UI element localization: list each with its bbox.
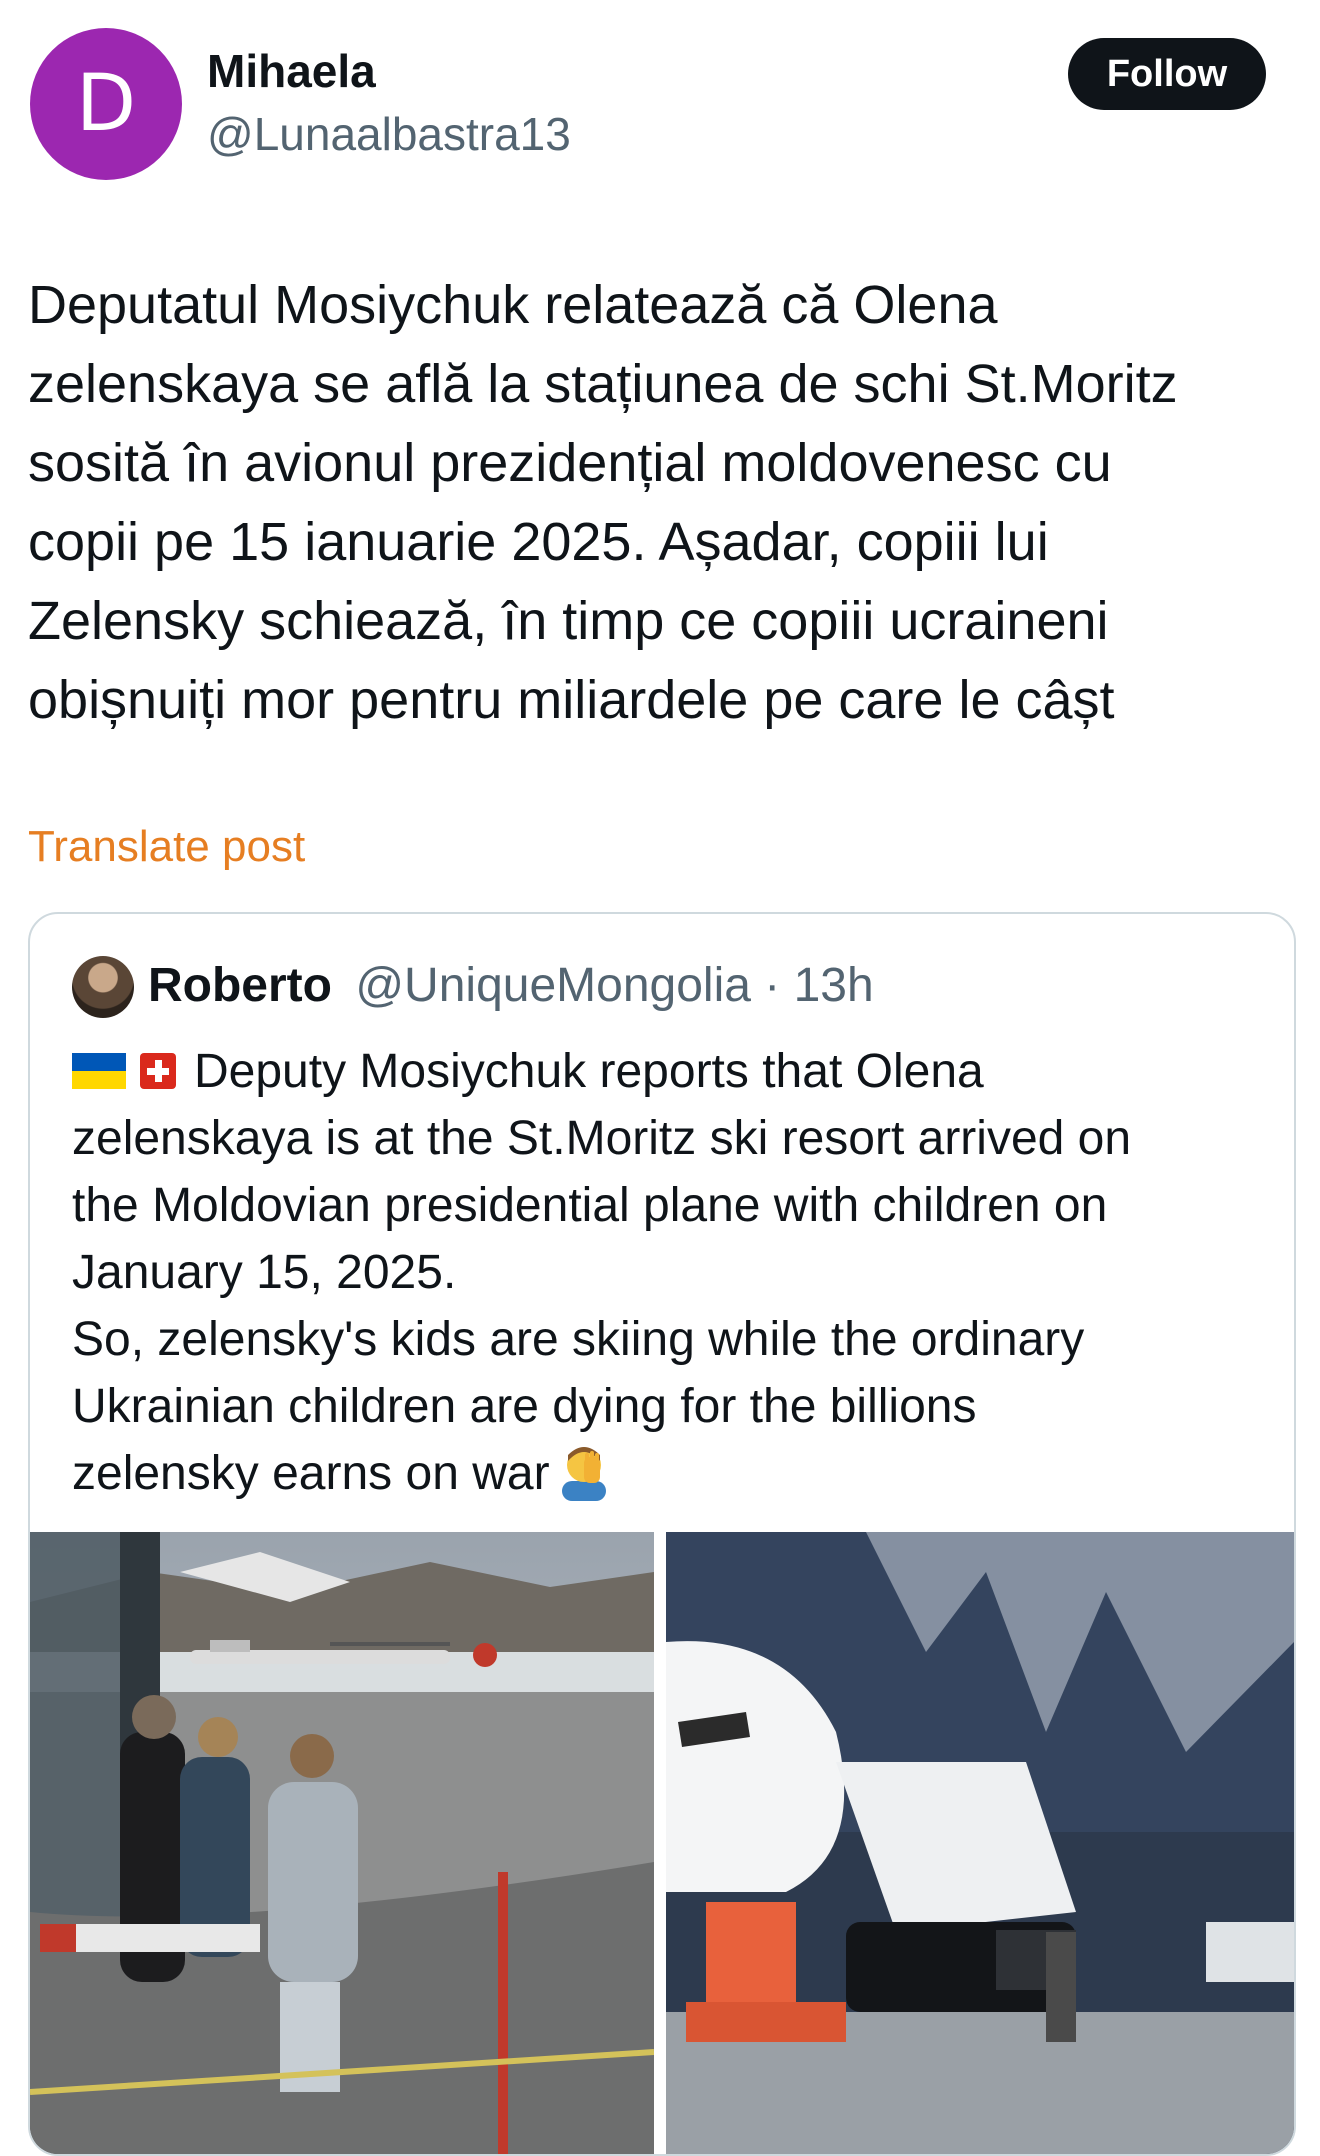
author-avatar[interactable]: D [30,28,182,180]
meta-separator: · [750,959,794,1012]
follow-button[interactable]: Follow [1068,38,1266,110]
author-handle[interactable]: @Lunaalbastra13 [207,107,571,161]
post-text: Deputatul Mosiychuk relatează că Olena z… [28,275,1178,730]
media-image-airplane[interactable] [666,1532,1294,2154]
author-name[interactable]: Mihaela [207,44,376,98]
quoted-post-text: Deputy Mosiychuk reports that Olena zele… [72,1038,1262,1507]
quoted-author-avatar[interactable] [72,956,134,1018]
quoted-post-time[interactable]: 13h [794,959,874,1012]
quoted-author-handle[interactable]: @UniqueMongolia [355,959,751,1012]
quoted-author-name[interactable]: Roberto [148,959,332,1012]
media-image-airport-people[interactable] [30,1532,654,2154]
avatar-letter: D [75,59,137,149]
facepalm-icon [561,1447,606,1501]
flag-switzerland-icon [140,1053,176,1089]
quoted-post-header: Roberto @UniqueMongolia · 13h [148,958,874,1013]
flag-ukraine-icon [72,1053,126,1089]
translate-post-link[interactable]: Translate post [28,822,305,872]
quoted-text-first-line: Deputy Mosiychuk reports that Olena [194,1045,984,1098]
quoted-post[interactable]: Roberto @UniqueMongolia · 13h Deputy Mos… [28,912,1296,2156]
